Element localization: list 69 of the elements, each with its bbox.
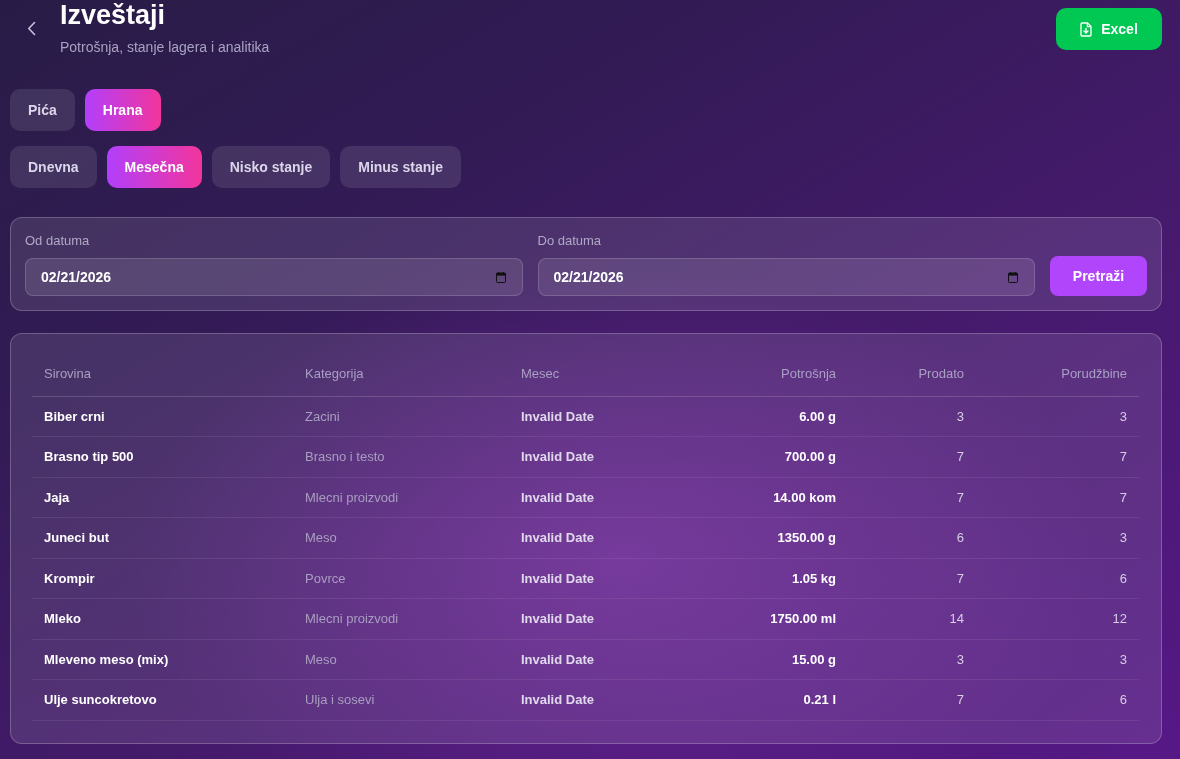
- page-subtitle: Potrošnja, stanje lagera i analitika: [60, 38, 270, 56]
- table-cell: 7: [848, 477, 976, 518]
- report-tab[interactable]: Nisko stanje: [211, 146, 331, 188]
- table-cell: Jaja: [32, 477, 293, 518]
- column-header: Prodato: [848, 354, 976, 396]
- table-cell: 1350.00 g: [699, 517, 848, 558]
- table-cell: Invalid Date: [509, 396, 699, 437]
- table-cell: 15.00 g: [699, 639, 848, 680]
- back-chevron-icon: [26, 20, 36, 36]
- calendar-icon[interactable]: [1008, 272, 1018, 283]
- table-cell: 3: [976, 396, 1139, 437]
- date-label: Do datuma: [537, 233, 603, 249]
- table-cell: Invalid Date: [509, 517, 699, 558]
- table-cell: 6: [976, 558, 1139, 599]
- table-cell: Zacini: [293, 396, 509, 437]
- report-tab[interactable]: Mesečna: [106, 146, 202, 188]
- table-cell: 14: [848, 598, 976, 639]
- table-cell: Brasno i testo: [293, 436, 509, 477]
- column-header: Porudžbine: [976, 354, 1139, 396]
- table-cell: Brasno tip 500: [32, 436, 293, 477]
- category-tab[interactable]: Pića: [10, 89, 75, 131]
- table-cell: Invalid Date: [509, 679, 699, 720]
- table-cell: Invalid Date: [509, 558, 699, 599]
- report-tab[interactable]: Minus stanje: [340, 146, 461, 188]
- table-cell: 3: [976, 639, 1139, 680]
- table-cell: Mleko: [32, 598, 293, 639]
- table-cell: Biber crni: [32, 396, 293, 437]
- report-tab[interactable]: Dnevna: [10, 146, 97, 188]
- column-header: Sirovina: [32, 354, 293, 396]
- search-button[interactable]: Pretraži: [1050, 256, 1147, 296]
- table-cell: 6: [848, 517, 976, 558]
- table-cell: 6: [976, 679, 1139, 720]
- table-cell: 1750.00 ml: [699, 598, 848, 639]
- table-cell: Ulje suncokretovo: [32, 679, 293, 720]
- table-cell: Invalid Date: [509, 639, 699, 680]
- table-cell: 7: [848, 558, 976, 599]
- table-cell: Krompir: [32, 558, 293, 599]
- table-cell: 12: [976, 598, 1139, 639]
- table-cell: Povrce: [293, 558, 509, 599]
- table-cell: 3: [848, 396, 976, 437]
- table-cell: 7: [976, 436, 1139, 477]
- table-cell: Invalid Date: [509, 477, 699, 518]
- table-cell: Mlecni proizvodi: [293, 598, 509, 639]
- column-header: Mesec: [509, 354, 699, 396]
- table-cell: Mlecni proizvodi: [293, 477, 509, 518]
- table-cell: Invalid Date: [509, 598, 699, 639]
- table-cell: 7: [976, 477, 1139, 518]
- table-cell: 14.00 kom: [699, 477, 848, 518]
- calendar-icon[interactable]: [495, 272, 506, 283]
- table-cell: 700.00 g: [699, 436, 848, 477]
- table-cell: 3: [976, 517, 1139, 558]
- table-cell: 3: [848, 639, 976, 680]
- category-tab[interactable]: Hrana: [84, 89, 161, 131]
- table-cell: 0.21 l: [699, 679, 848, 720]
- table-cell: Invalid Date: [509, 436, 699, 477]
- file-download-icon: [1080, 21, 1093, 37]
- table-cell: 1.05 kg: [699, 558, 848, 599]
- table-cell: Ulja i sosevi: [293, 679, 509, 720]
- column-header: Kategorija: [293, 354, 509, 396]
- page-title: Izveštaji: [60, 0, 167, 30]
- date-label: Od datuma: [25, 233, 91, 249]
- table-cell: 7: [848, 436, 976, 477]
- table-cell: 6.00 g: [699, 396, 848, 437]
- column-header: Potrošnja: [699, 354, 848, 396]
- table-cell: Juneci but: [32, 517, 293, 558]
- table-cell: Mleveno meso (mix): [32, 639, 293, 680]
- table-cell: 7: [848, 679, 976, 720]
- table-cell: Meso: [293, 639, 509, 680]
- table-cell: Meso: [293, 517, 509, 558]
